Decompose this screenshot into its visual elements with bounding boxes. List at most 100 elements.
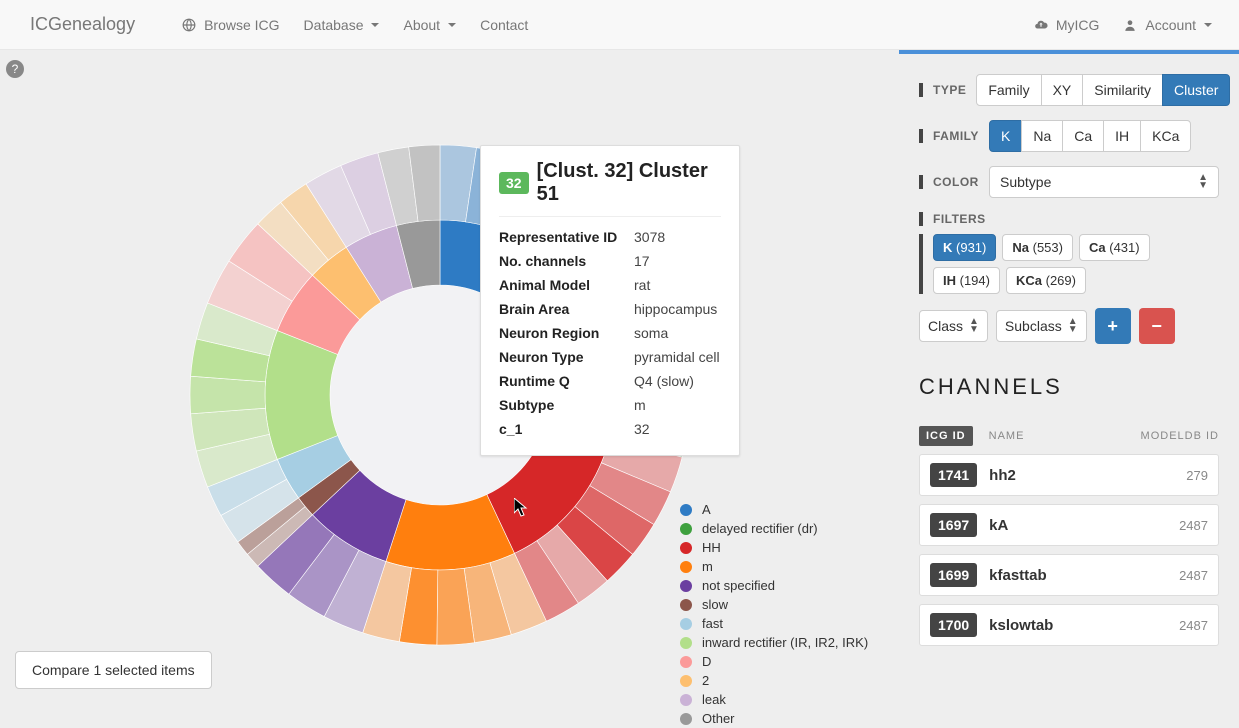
family-option-ca[interactable]: Ca [1062, 120, 1104, 152]
type-option-xy[interactable]: XY [1041, 74, 1084, 106]
tooltip-key: Subtype [499, 397, 634, 413]
tooltip-key: No. channels [499, 253, 634, 269]
subclass-select-label: Subclass [1005, 318, 1062, 334]
filter-chips: K (931)Na (553)Ca (431) IH (194)KCa (269) [919, 234, 1219, 294]
legend-item[interactable]: D [680, 652, 868, 671]
filter-selects-row: Class ▲▼ Subclass ▲▼ + − [919, 308, 1219, 344]
channel-name: kfasttab [989, 567, 1167, 584]
legend-label: Other [702, 711, 735, 726]
cluster-tooltip: 32 [Clust. 32] Cluster 51 Representative… [480, 145, 740, 456]
legend-dot-icon [680, 637, 692, 649]
cloud-upload-icon [1034, 18, 1048, 32]
navbar: ICGenealogy Browse ICG Database About Co… [0, 0, 1239, 50]
class-select[interactable]: Class ▲▼ [919, 310, 988, 342]
legend-item[interactable]: not specified [680, 576, 868, 595]
legend-item[interactable]: 2 [680, 671, 868, 690]
select-arrows-icon: ▲▼ [1198, 174, 1208, 190]
legend-dot-icon [680, 675, 692, 687]
legend-item[interactable]: leak [680, 690, 868, 709]
color-select-value: Subtype [1000, 174, 1051, 190]
legend-dot-icon [680, 580, 692, 592]
family-label: Family [919, 129, 979, 143]
type-option-family[interactable]: Family [976, 74, 1041, 106]
tooltip-row: Neuron Regionsoma [499, 321, 721, 345]
family-option-k[interactable]: K [989, 120, 1022, 152]
channels-title: Channels [919, 374, 1219, 400]
family-option-ih[interactable]: IH [1103, 120, 1141, 152]
tooltip-val: hippocampus [634, 301, 717, 317]
legend-item[interactable]: inward rectifier (IR, IR2, IRK) [680, 633, 868, 652]
type-option-cluster[interactable]: Cluster [1162, 74, 1230, 106]
channel-modeldb-id: 2487 [1179, 518, 1208, 533]
nav-about[interactable]: About [391, 2, 468, 48]
tooltip-body: Representative ID3078No. channels17Anima… [499, 225, 721, 441]
type-label: Type [919, 83, 966, 97]
channel-id: 1741 [930, 463, 977, 487]
nav-myicg-label: MyICG [1056, 17, 1100, 33]
tooltip-row: Runtime QQ4 (slow) [499, 369, 721, 393]
remove-filter-button[interactable]: − [1139, 308, 1175, 344]
color-select[interactable]: Subtype ▲▼ [989, 166, 1219, 198]
channel-modeldb-id: 2487 [1179, 618, 1208, 633]
family-option-kca[interactable]: KCa [1140, 120, 1191, 152]
channel-id: 1699 [930, 563, 977, 587]
legend-item[interactable]: fast [680, 614, 868, 633]
legend-label: not specified [702, 578, 775, 593]
legend-item[interactable]: Other [680, 709, 868, 728]
legend-dot-icon [680, 656, 692, 668]
chevron-down-icon [448, 23, 456, 27]
filter-chip-kca[interactable]: KCa (269) [1006, 267, 1086, 294]
tooltip-val: soma [634, 325, 668, 341]
channel-row[interactable]: 1741 hh2 279 [919, 454, 1219, 496]
sidebar: Type FamilyXYSimilarityCluster Family KN… [899, 50, 1239, 704]
legend-label: leak [702, 692, 726, 707]
legend-dot-icon [680, 523, 692, 535]
brand[interactable]: ICGenealogy [15, 0, 150, 50]
family-option-na[interactable]: Na [1021, 120, 1063, 152]
nav-myicg[interactable]: MyICG [1022, 2, 1112, 48]
tooltip-val: 17 [634, 253, 650, 269]
filter-chip-ca[interactable]: Ca (431) [1079, 234, 1150, 261]
filter-chip-na[interactable]: Na (553) [1002, 234, 1073, 261]
tooltip-val: 32 [634, 421, 650, 437]
legend-label: slow [702, 597, 728, 612]
tooltip-key: Brain Area [499, 301, 634, 317]
tooltip-row: Representative ID3078 [499, 225, 721, 249]
nav-contact[interactable]: Contact [468, 2, 540, 48]
legend-item[interactable]: A [680, 500, 868, 519]
filter-chip-ih[interactable]: IH (194) [933, 267, 1000, 294]
subclass-select[interactable]: Subclass ▲▼ [996, 310, 1087, 342]
legend-label: D [702, 654, 711, 669]
add-filter-button[interactable]: + [1095, 308, 1131, 344]
tooltip-val: pyramidal cell [634, 349, 720, 365]
legend-dot-icon [680, 599, 692, 611]
nav-database[interactable]: Database [292, 2, 392, 48]
legend-item[interactable]: slow [680, 595, 868, 614]
class-select-label: Class [928, 318, 963, 334]
legend-label: HH [702, 540, 721, 555]
legend-item[interactable]: delayed rectifier (dr) [680, 519, 868, 538]
nav-account-label: Account [1145, 17, 1196, 33]
filters-label: Filters [919, 212, 1219, 226]
nav-account[interactable]: Account [1111, 2, 1224, 48]
legend-item[interactable]: m [680, 557, 868, 576]
channel-row[interactable]: 1697kA2487 [919, 504, 1219, 546]
nav-browse[interactable]: Browse ICG [170, 2, 291, 48]
legend-label: A [702, 502, 711, 517]
visualization-area: 32 [Clust. 32] Cluster 51 Representative… [0, 50, 899, 704]
channel-row[interactable]: 1699kfasttab2487 [919, 554, 1219, 596]
type-option-similarity[interactable]: Similarity [1082, 74, 1163, 106]
select-arrows-icon: ▲▼ [1068, 318, 1078, 334]
tooltip-key: Neuron Region [499, 325, 634, 341]
filter-chip-k[interactable]: K (931) [933, 234, 996, 261]
channel-name: hh2 [989, 467, 1174, 484]
type-control: Type FamilyXYSimilarityCluster [919, 74, 1219, 106]
channel-row[interactable]: 1700kslowtab2487 [919, 604, 1219, 646]
main: 32 [Clust. 32] Cluster 51 Representative… [0, 50, 1239, 704]
channels-header-name: Name [989, 430, 1131, 442]
nav-database-label: Database [304, 17, 364, 33]
channels-list: 1741hh22791697kA24871699kfasttab24871700… [919, 454, 1219, 646]
legend-item[interactable]: HH [680, 538, 868, 557]
compare-button[interactable]: Compare 1 selected items [15, 651, 212, 689]
channel-modeldb-id: 279 [1186, 468, 1208, 483]
